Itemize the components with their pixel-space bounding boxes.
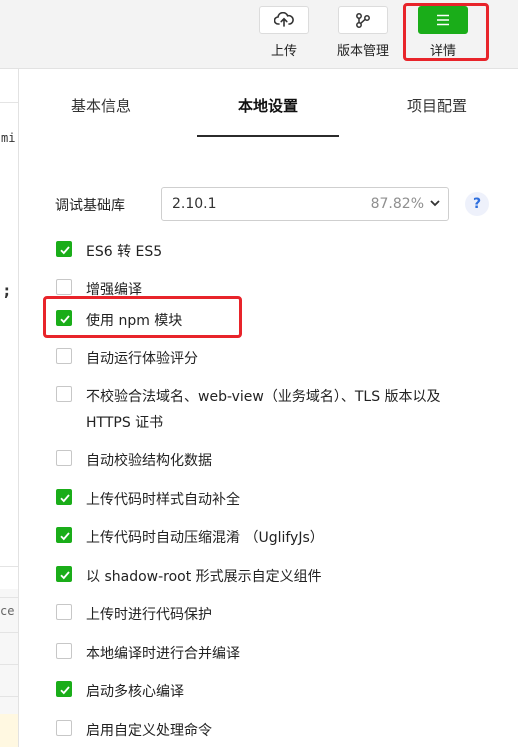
help-icon[interactable]: ?: [465, 192, 489, 216]
editor-text-fragment: ce: [0, 604, 15, 618]
upload-button[interactable]: 上传: [259, 6, 309, 59]
upload-label: 上传: [270, 44, 297, 59]
option-label: 上传代码时自动压缩混淆 （UglifyJs）: [86, 530, 324, 546]
details-panel: 基本信息 本地设置 项目配置 调试基础库 2.10.1 87.82% ? ES6…: [19, 69, 518, 747]
base-library-version: 2.10.1: [172, 196, 217, 212]
checkbox-skip-domain-check[interactable]: [56, 386, 72, 402]
checkmark-icon: [60, 686, 70, 695]
checkbox-upload-style-autocomplete[interactable]: [56, 489, 72, 505]
editor-edge: mi ; ce: [0, 69, 19, 747]
base-library-label: 调试基础库: [55, 198, 125, 214]
checkbox-enhanced-compile[interactable]: [56, 279, 72, 295]
checkbox-es6-to-es5[interactable]: [56, 241, 72, 257]
checkbox-merge-compile[interactable]: [56, 643, 72, 659]
checkbox-shadow-root-components[interactable]: [56, 566, 72, 582]
checkmark-icon: [60, 315, 70, 324]
option-label: 增强编译: [86, 282, 142, 298]
details-label: 详情: [429, 44, 456, 59]
editor-semicolon: ;: [2, 281, 12, 300]
cloud-upload-icon: [259, 6, 309, 34]
option-label: 使用 npm 模块: [86, 313, 183, 329]
option-label: 不校验合法域名、web-view（业务域名）、TLS 版本以及 HTTPS 证书: [86, 389, 441, 431]
checkbox-custom-processing-commands[interactable]: [56, 720, 72, 736]
tab-local-settings[interactable]: 本地设置: [197, 69, 339, 137]
checkbox-multi-core-compile[interactable]: [56, 681, 72, 697]
version-management-button[interactable]: 版本管理: [337, 6, 389, 59]
option-label: 自动运行体验评分: [86, 351, 198, 367]
checkbox-upload-code-protection[interactable]: [56, 604, 72, 620]
base-library-select[interactable]: 2.10.1 87.82%: [161, 187, 449, 221]
version-management-label: 版本管理: [336, 44, 389, 59]
checkmark-icon: [60, 494, 70, 503]
option-label: 以 shadow-root 形式展示自定义组件: [86, 569, 322, 585]
tab-project-config[interactable]: 项目配置: [385, 69, 489, 137]
chevron-down-icon: [429, 197, 441, 213]
option-label: 启用自定义处理命令: [86, 723, 212, 739]
editor-warning-row: [0, 714, 18, 747]
tab-basic-info[interactable]: 基本信息: [49, 69, 153, 137]
option-label: 上传时进行代码保护: [86, 607, 212, 623]
option-label: 上传代码时样式自动补全: [86, 492, 240, 508]
checkbox-use-npm-modules[interactable]: [56, 310, 72, 326]
editor-code-fragment: mi: [1, 131, 16, 145]
details-tabs: 基本信息 本地设置 项目配置: [19, 69, 518, 137]
option-label: 自动校验结构化数据: [86, 453, 212, 469]
option-label: 本地编译时进行合并编译: [86, 646, 240, 662]
option-label: ES6 转 ES5: [86, 244, 163, 260]
branch-icon: [338, 6, 388, 34]
checkmark-icon: [60, 246, 70, 255]
active-tab-indicator: [197, 135, 339, 137]
checkbox-upload-minify-uglifyjs[interactable]: [56, 527, 72, 543]
option-label: 启动多核心编译: [86, 684, 184, 700]
details-button[interactable]: 详情: [418, 6, 468, 59]
checkmark-icon: [60, 532, 70, 541]
checkbox-auto-validate-structured-data[interactable]: [56, 450, 72, 466]
menu-icon: [418, 6, 468, 34]
checkbox-auto-experience-score[interactable]: [56, 348, 72, 364]
editor-code-area: [0, 69, 18, 589]
base-library-coverage: 87.82%: [370, 196, 424, 212]
top-toolbar: 上传 版本管理 详情: [0, 0, 518, 69]
base-library-row: 调试基础库 2.10.1 87.82% ?: [55, 187, 495, 221]
checkmark-icon: [60, 571, 70, 580]
